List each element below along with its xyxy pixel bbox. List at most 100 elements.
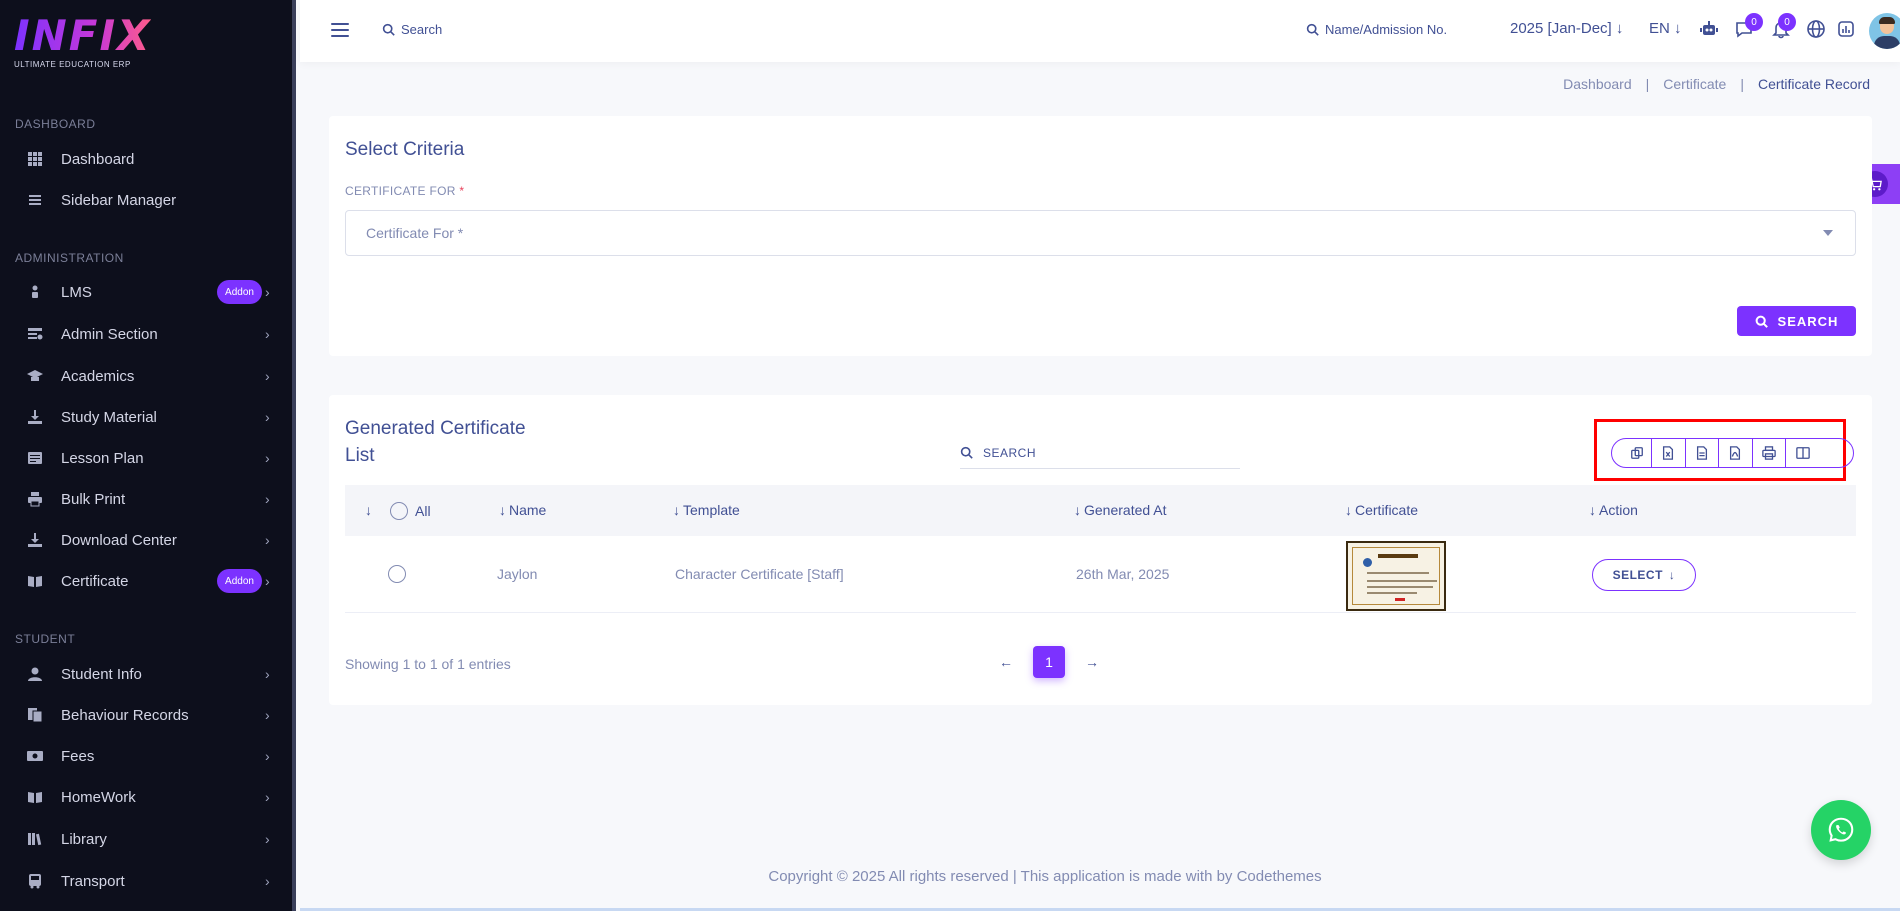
sidebar-item-label: Download Center	[61, 531, 177, 549]
sidebar-item-homework[interactable]: HomeWork ›	[0, 778, 292, 816]
footer-copyright: Copyright © 2025 All rights reserved | T…	[768, 868, 1322, 885]
sidebar-item-label: Transport	[61, 872, 125, 890]
arrow-down-icon: ↓	[1674, 20, 1682, 37]
sidebar-item-label: Certificate	[61, 572, 129, 590]
sidebar-item-label: Behaviour Records	[61, 706, 189, 724]
sidebar-item-bulk-print[interactable]: Bulk Print ›	[0, 480, 292, 518]
sidebar-item-dashboard[interactable]: Dashboard	[0, 140, 292, 178]
column-header-action-label: Action	[1599, 502, 1638, 518]
export-toolbar-highlight	[1594, 419, 1854, 481]
sidebar-item-behaviour-records[interactable]: Behaviour Records ›	[0, 696, 292, 734]
sidebar-item-label: Library	[61, 830, 107, 848]
breadcrumb-separator: |	[1740, 76, 1744, 92]
breadcrumb-separator: |	[1645, 76, 1650, 92]
table-header: ↓ All ↓ Name ↓ Template ↓ Generated At ↓ Cer…	[345, 485, 1856, 536]
sort-arrow-icon[interactable]: ↓	[365, 502, 372, 518]
sidebar-item-sidebar-manager[interactable]: Sidebar Manager	[0, 181, 292, 219]
row-template: Character Certificate [Staff]	[675, 566, 844, 582]
sidebar-item-label: HomeWork	[61, 788, 136, 806]
language-select[interactable]: EN ↓	[1649, 20, 1682, 37]
certificate-thumbnail[interactable]	[1346, 541, 1446, 611]
sidebar-item-fees[interactable]: Fees ›	[0, 737, 292, 775]
print-button[interactable]	[1753, 439, 1786, 467]
logo-text: INFIX	[14, 11, 152, 60]
column-header-template[interactable]: ↓ Template	[673, 502, 740, 518]
academic-year-select[interactable]: 2025 [Jan-Dec] ↓	[1510, 20, 1623, 37]
chevron-right-icon: ›	[265, 368, 270, 384]
column-header-template-label: Template	[683, 502, 740, 518]
prev-page-arrow-icon[interactable]: ←	[999, 654, 1013, 670]
robot-icon[interactable]	[1698, 18, 1720, 40]
search-button-label: SEARCH	[1777, 313, 1839, 329]
sidebar-item-download-center[interactable]: Download Center ›	[0, 521, 292, 559]
search-icon	[382, 23, 395, 36]
row-select-radio[interactable]	[388, 565, 406, 586]
chat-count-badge: 0	[1745, 13, 1763, 31]
sidebar-item-library[interactable]: Library ›	[0, 820, 292, 858]
global-search[interactable]: Search	[382, 22, 442, 37]
csv-export-button[interactable]	[1686, 439, 1719, 467]
column-header-action[interactable]: ↓ Action	[1589, 502, 1638, 518]
select-all-checkbox[interactable]: All	[390, 502, 431, 520]
admin-icon	[27, 326, 43, 342]
global-search-label: Search	[401, 22, 443, 37]
sidebar-item-academics[interactable]: Academics ›	[0, 357, 292, 395]
sidebar-item-lms[interactable]: LMS Addon ›	[0, 273, 292, 311]
column-header-name[interactable]: ↓ Name	[499, 502, 546, 518]
sidebar-item-lesson-plan[interactable]: Lesson Plan ›	[0, 439, 292, 477]
title-line-1: Generated Certificate	[345, 418, 526, 439]
chevron-right-icon: ›	[265, 409, 270, 425]
certificate-for-select[interactable]: Certificate For *	[345, 210, 1856, 256]
sidebar-item-admin-section[interactable]: Admin Section ›	[0, 315, 292, 353]
select-action-label: SELECT	[1612, 568, 1663, 582]
breadcrumb-certificate-record: Certificate Record	[1757, 76, 1870, 92]
certificate-for-label-text: CERTIFICATE FOR	[345, 184, 456, 198]
sidebar: INFIX ULTIMATE EDUCATION ERP DASHBOARD D…	[0, 0, 296, 911]
select-action-button[interactable]: SELECT ↓	[1592, 559, 1696, 591]
column-header-certificate[interactable]: ↓ Certificate	[1345, 502, 1418, 518]
export-button-group	[1611, 438, 1854, 468]
download-icon	[27, 409, 43, 425]
chevron-right-icon: ›	[265, 532, 270, 548]
certificate-for-label: CERTIFICATE FOR *	[345, 184, 464, 198]
printer-icon	[1761, 446, 1776, 460]
sidebar-item-student-info[interactable]: Student Info ›	[0, 655, 292, 693]
analytics-icon[interactable]	[1835, 18, 1857, 40]
globe-icon[interactable]	[1805, 18, 1827, 40]
column-header-generated-at[interactable]: ↓ Generated At	[1074, 502, 1167, 518]
column-visibility-button[interactable]	[1786, 439, 1820, 467]
logo-tagline: ULTIMATE EDUCATION ERP	[14, 60, 131, 69]
chevron-right-icon: ›	[265, 573, 270, 589]
table-search-input[interactable]: SEARCH	[960, 437, 1240, 469]
chevron-right-icon: ›	[265, 789, 270, 805]
select-all-label: All	[415, 503, 431, 519]
chevron-right-icon: ›	[265, 831, 270, 847]
user-avatar[interactable]	[1869, 13, 1900, 49]
pdf-export-button[interactable]	[1719, 439, 1753, 467]
generated-certificate-list-title: Generated Certificate List	[345, 415, 526, 469]
page-number-current[interactable]: 1	[1033, 646, 1065, 678]
sidebar-item-label: Bulk Print	[61, 490, 126, 508]
copy-button[interactable]	[1612, 439, 1652, 467]
chevron-right-icon: ›	[265, 707, 270, 723]
sidebar-item-certificate[interactable]: Certificate Addon ›	[0, 562, 292, 600]
name-admission-search[interactable]: Name/Admission No.	[1306, 22, 1447, 37]
excel-export-button[interactable]	[1652, 439, 1686, 467]
sidebar-item-label: Academics	[61, 367, 135, 385]
hamburger-menu-button[interactable]	[331, 23, 349, 37]
whatsapp-chat-button[interactable]	[1811, 800, 1871, 860]
logo[interactable]: INFIX ULTIMATE EDUCATION ERP	[14, 11, 152, 70]
sidebar-item-transport[interactable]: Transport ›	[0, 862, 292, 900]
chevron-right-icon: ›	[265, 326, 270, 342]
breadcrumb-certificate[interactable]: Certificate	[1663, 76, 1726, 92]
sidebar-item-label: Admin Section	[61, 325, 158, 343]
generated-certificate-list-card: Generated Certificate List SEARCH ↓ All …	[329, 395, 1872, 705]
next-page-arrow-icon[interactable]: →	[1085, 654, 1099, 670]
sort-arrow-icon: ↓	[499, 502, 506, 518]
required-mark: *	[459, 184, 465, 198]
lesson-icon	[27, 450, 43, 466]
sidebar-item-study-material[interactable]: Study Material ›	[0, 398, 292, 436]
bus-icon	[27, 873, 43, 889]
breadcrumb-dashboard[interactable]: Dashboard	[1563, 76, 1632, 92]
search-button[interactable]: SEARCH	[1737, 306, 1856, 336]
